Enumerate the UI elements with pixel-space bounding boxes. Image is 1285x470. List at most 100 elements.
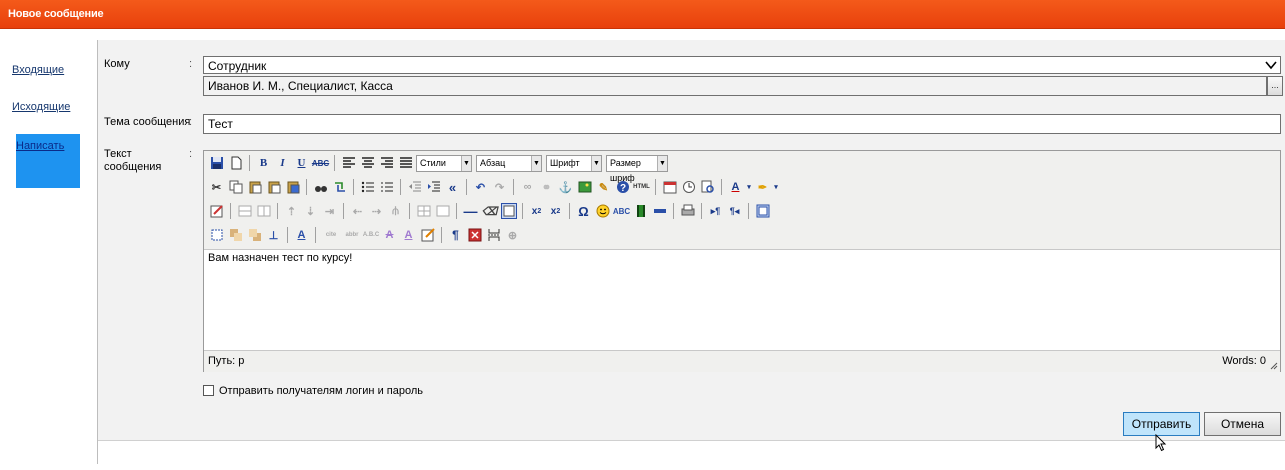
remove-format-icon[interactable]: ⌫ bbox=[481, 203, 498, 220]
subscript-icon[interactable]: x2 bbox=[528, 203, 545, 220]
copy-icon[interactable] bbox=[227, 179, 244, 196]
align-center-icon[interactable] bbox=[359, 155, 376, 172]
numbered-list-icon[interactable] bbox=[378, 179, 395, 196]
link-icon[interactable]: ∞ bbox=[519, 179, 536, 196]
attributes-icon[interactable] bbox=[419, 227, 436, 244]
insert-col-after-icon[interactable]: ⇢ bbox=[368, 203, 385, 220]
special-char-icon[interactable]: Ω bbox=[575, 203, 592, 220]
subject-value: Тест bbox=[208, 117, 233, 131]
editor-content[interactable]: Вам назначен тест по курсу! bbox=[204, 250, 1280, 350]
recipient-type-select[interactable]: Сотрудник bbox=[203, 56, 1281, 74]
absolute-position-icon[interactable]: ⊥ bbox=[265, 227, 282, 244]
align-right-icon[interactable] bbox=[378, 155, 395, 172]
ltr-icon[interactable]: ▸¶ bbox=[707, 203, 724, 220]
abbr-icon[interactable]: abbr bbox=[343, 227, 361, 244]
sidebar-item-outbox[interactable]: Исходящие bbox=[12, 92, 88, 122]
html-source-icon[interactable]: HTML bbox=[633, 179, 650, 196]
media-icon[interactable] bbox=[632, 203, 649, 220]
subject-input[interactable]: Тест bbox=[203, 114, 1281, 134]
delete-text-icon[interactable]: A bbox=[381, 227, 398, 244]
print-icon[interactable] bbox=[679, 203, 696, 220]
horizontal-rule-icon[interactable]: — bbox=[462, 203, 479, 220]
cancel-button[interactable]: Отмена bbox=[1204, 412, 1281, 436]
body-label-line1: Текст bbox=[104, 148, 132, 160]
outdent-icon[interactable] bbox=[406, 179, 423, 196]
chevron-down-icon[interactable]: ▾ bbox=[746, 179, 752, 196]
delete-row-icon[interactable]: ⇥ bbox=[321, 203, 338, 220]
style-props-icon[interactable]: A bbox=[293, 227, 310, 244]
bold-icon[interactable]: B bbox=[255, 155, 272, 172]
insert-row-before-icon[interactable]: ⇡ bbox=[283, 203, 300, 220]
insert-text-icon[interactable]: A bbox=[400, 227, 417, 244]
template-icon[interactable]: ⊕ bbox=[504, 227, 521, 244]
insert-date-icon[interactable] bbox=[661, 179, 678, 196]
styles-dropdown[interactable]: Стили ▼ bbox=[416, 154, 472, 172]
move-forward-icon[interactable] bbox=[227, 227, 244, 244]
send-button[interactable]: Отправить bbox=[1123, 412, 1200, 436]
paste-text-icon[interactable] bbox=[265, 179, 282, 196]
cite-icon[interactable]: cite bbox=[321, 227, 341, 244]
new-document-icon[interactable] bbox=[227, 155, 244, 172]
send-credentials-checkbox[interactable] bbox=[203, 385, 214, 396]
acronym-icon[interactable]: A.B.C bbox=[363, 227, 379, 244]
visual-aid-icon[interactable] bbox=[500, 203, 517, 220]
cleanup-icon[interactable]: ✎ bbox=[595, 179, 612, 196]
font-dropdown[interactable]: Шрифт ▼ bbox=[546, 154, 602, 172]
highlight-color-icon[interactable]: ✒ bbox=[754, 179, 771, 196]
font-size-dropdown[interactable]: Размер шриф ▼ bbox=[606, 154, 668, 183]
help-icon[interactable]: ? bbox=[614, 179, 631, 196]
text-color-icon[interactable]: A bbox=[727, 179, 744, 196]
table-cell-props-icon[interactable] bbox=[255, 203, 272, 220]
move-backward-icon[interactable] bbox=[246, 227, 263, 244]
merge-cells-icon[interactable] bbox=[434, 203, 451, 220]
cut-icon[interactable]: ✂ bbox=[208, 179, 225, 196]
insert-layer-icon[interactable] bbox=[208, 227, 225, 244]
save-icon[interactable] bbox=[208, 155, 225, 172]
redo-icon[interactable]: ↷ bbox=[491, 179, 508, 196]
find-icon[interactable] bbox=[312, 179, 329, 196]
split-cells-icon[interactable] bbox=[415, 203, 432, 220]
unlink-icon[interactable]: ⚭ bbox=[538, 179, 555, 196]
insert-row-after-icon[interactable]: ⇣ bbox=[302, 203, 319, 220]
insert-col-before-icon[interactable]: ⇠ bbox=[349, 203, 366, 220]
rtl-icon[interactable]: ¶◂ bbox=[726, 203, 743, 220]
replace-icon[interactable] bbox=[331, 179, 348, 196]
anchor-icon[interactable]: ⚓ bbox=[557, 179, 574, 196]
italic-icon[interactable]: I bbox=[274, 155, 291, 172]
align-justify-icon[interactable] bbox=[397, 155, 414, 172]
undo-icon[interactable]: ↶ bbox=[472, 179, 489, 196]
recipient-field[interactable]: Иванов И. М., Специалист, Касса bbox=[203, 76, 1267, 96]
horizontal-line-icon[interactable] bbox=[651, 203, 668, 220]
insert-time-icon[interactable] bbox=[680, 179, 697, 196]
image-icon[interactable] bbox=[576, 179, 593, 196]
underline-icon[interactable]: U bbox=[293, 155, 310, 172]
non-breaking-icon[interactable] bbox=[466, 227, 483, 244]
paste-icon[interactable] bbox=[246, 179, 263, 196]
toolbar-separator bbox=[306, 179, 307, 195]
resize-handle-icon[interactable] bbox=[1270, 362, 1278, 370]
table-row-props-icon[interactable] bbox=[236, 203, 253, 220]
toolbar-row-1: B I U ABC Стили ▼ Абзац ▼ Шрифт ▼ Размер шр… bbox=[208, 153, 670, 183]
blockquote-icon[interactable]: « bbox=[444, 179, 461, 196]
sidebar-item-inbox[interactable]: Входящие bbox=[12, 55, 88, 85]
bullet-list-icon[interactable] bbox=[359, 179, 376, 196]
delete-col-icon[interactable]: ⫛ bbox=[387, 203, 404, 220]
show-blocks-icon[interactable]: ¶ bbox=[447, 227, 464, 244]
chevron-down-icon[interactable]: ▾ bbox=[773, 179, 779, 196]
toolbar-separator bbox=[353, 179, 354, 195]
sidebar-item-compose[interactable]: Написать bbox=[16, 134, 80, 188]
spellcheck-icon[interactable]: ABC bbox=[613, 203, 630, 220]
edit-table-icon[interactable] bbox=[208, 203, 225, 220]
choose-recipient-button[interactable]: ... bbox=[1267, 76, 1283, 96]
page-break-icon[interactable] bbox=[485, 227, 502, 244]
fullscreen-icon[interactable] bbox=[754, 203, 771, 220]
strikethrough-icon[interactable]: ABC bbox=[312, 155, 329, 172]
preview-icon[interactable] bbox=[699, 179, 716, 196]
align-left-icon[interactable] bbox=[340, 155, 357, 172]
indent-icon[interactable] bbox=[425, 179, 442, 196]
emoticons-icon[interactable] bbox=[594, 203, 611, 220]
paragraph-dropdown[interactable]: Абзац ▼ bbox=[476, 154, 542, 172]
chevron-down-icon: ▼ bbox=[531, 155, 541, 171]
superscript-icon[interactable]: x2 bbox=[547, 203, 564, 220]
paste-word-icon[interactable] bbox=[284, 179, 301, 196]
